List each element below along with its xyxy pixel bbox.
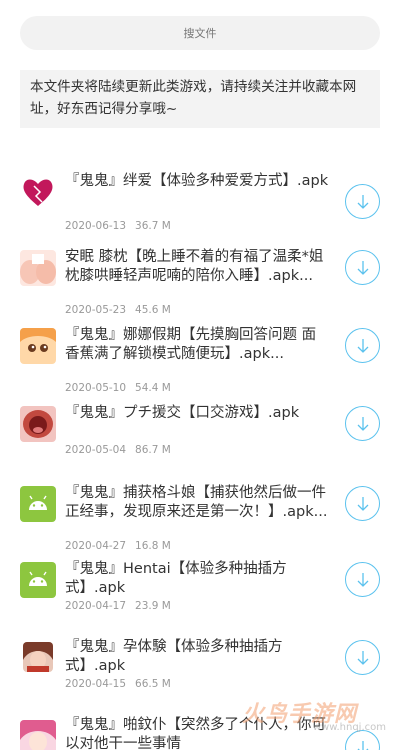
file-size: 16.8 M: [135, 540, 171, 552]
download-icon: [357, 194, 368, 209]
download-icon: [357, 650, 368, 665]
file-title[interactable]: 『鬼鬼』绊爱【体验多种爱爱方式】.apk: [65, 172, 330, 191]
file-date: 2020-04-27: [65, 540, 127, 552]
download-button[interactable]: [345, 328, 380, 363]
file-size: 86.7 M: [135, 444, 171, 456]
heart-icon: [20, 174, 56, 210]
download-icon: [357, 496, 368, 511]
anime-girl-icon: [20, 328, 56, 364]
file-meta: 2020-05-23 45.6 M: [65, 304, 171, 316]
file-meta: 2020-05-10 54.4 M: [65, 382, 171, 394]
download-icon: [357, 338, 368, 353]
notice-text: 本文件夹将陆续更新此类游戏，请持续关注并收藏本网址，好东西记得分享哦~: [20, 70, 380, 128]
file-date: 2020-05-10: [65, 382, 127, 394]
file-size: 36.7 M: [135, 220, 171, 232]
file-title[interactable]: 『鬼鬼』娜娜假期【先摸胸回答问题 面香蕉满了解锁模式随便玩】.apk...: [65, 326, 330, 364]
watermark-logo: 火鸟手游网 www.hnqj.com: [242, 696, 392, 736]
mouth-icon: [20, 406, 56, 442]
file-date: 2020-05-23: [65, 304, 127, 316]
file-title[interactable]: 『鬼鬼』プチ援交【口交游戏】.apk: [65, 404, 330, 423]
file-title[interactable]: 『鬼鬼』Hentai【体验多种抽插方式】.apk: [65, 560, 330, 598]
watermark-url: www.hnqj.com: [312, 722, 386, 733]
file-title[interactable]: 安眠 膝枕【晚上睡不着的有福了温柔*姐枕膝哄睡轻声呢喃的陪你入睡】.apk...: [65, 248, 330, 286]
pillow-icon: [20, 250, 56, 286]
file-date: 2020-04-17: [65, 600, 127, 612]
download-icon: [357, 572, 368, 587]
file-title[interactable]: 『鬼鬼』孕体験【体验多种抽插方式】.apk: [65, 638, 330, 676]
file-meta: 2020-04-27 16.8 M: [65, 540, 171, 552]
download-button[interactable]: [345, 250, 380, 285]
download-icon: [357, 416, 368, 431]
file-meta: 2020-04-15 66.5 M: [65, 678, 171, 690]
download-button[interactable]: [345, 184, 380, 219]
search-input[interactable]: 搜文件: [20, 16, 380, 50]
file-size: 66.5 M: [135, 678, 171, 690]
file-meta: 2020-04-17 23.9 M: [65, 600, 171, 612]
file-meta: 2020-06-13 36.7 M: [65, 220, 171, 232]
file-size: 23.9 M: [135, 600, 171, 612]
pink-hair-girl-icon: [20, 720, 56, 750]
file-date: 2020-04-15: [65, 678, 127, 690]
download-icon: [357, 740, 368, 750]
android-icon: [20, 486, 56, 522]
download-icon: [357, 260, 368, 275]
file-date: 2020-05-04: [65, 444, 127, 456]
file-size: 45.6 M: [135, 304, 171, 316]
download-button[interactable]: [345, 486, 380, 521]
file-title[interactable]: 『鬼鬼』捕获格斗娘【捕获他然后做一件正经事，发现原来还是第一次！】.apk...: [65, 484, 330, 522]
android-icon: [20, 562, 56, 598]
file-date: 2020-06-13: [65, 220, 127, 232]
file-size: 54.4 M: [135, 382, 171, 394]
download-button[interactable]: [345, 640, 380, 675]
download-button[interactable]: [345, 406, 380, 441]
file-meta: 2020-05-04 86.7 M: [65, 444, 171, 456]
download-button[interactable]: [345, 562, 380, 597]
girl-portrait-icon: [23, 642, 53, 672]
